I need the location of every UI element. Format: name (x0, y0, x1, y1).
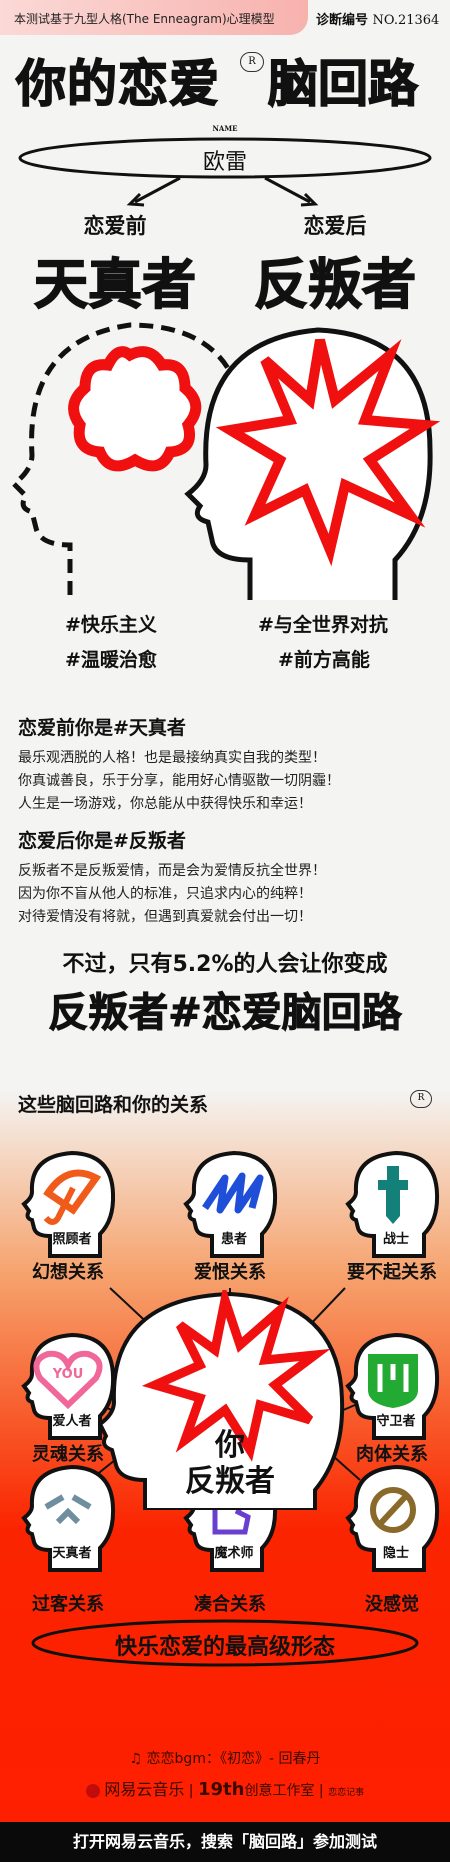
relation-label: 幻想关系 (32, 1262, 104, 1283)
head-type-label: 天真者 (52, 1546, 92, 1561)
svg-text:YOU: YOU (52, 1367, 84, 1382)
before-label: 恋爱前 (83, 214, 147, 238)
relation-label: 过客关系 (32, 1594, 104, 1615)
after-desc-heading: 恋爱后你是#反叛者 (18, 830, 186, 852)
name-label: NAME (212, 124, 238, 133)
source-banner: 本测试基于九型人格(The Enneagram)心理模型 (0, 0, 308, 35)
banner-text: 本测试基于九型人格(The Enneagram)心理模型 (14, 12, 275, 26)
after-tag: #前方高能 (278, 649, 370, 671)
relation-head-1: 患者 (180, 1148, 280, 1258)
relation-head-0: 照顾者 (18, 1148, 118, 1258)
relation-head-7: 隐士 (342, 1462, 442, 1572)
after-tag: #与全世界对抗 (258, 614, 388, 636)
relation-label: 爱恨关系 (194, 1262, 266, 1283)
netease-logo-icon (85, 1784, 100, 1798)
brain-logo-icon: R (410, 1090, 432, 1108)
relation-label: 没感觉 (365, 1594, 419, 1615)
before-desc-heading: 恋爱前你是#天真者 (18, 717, 186, 739)
center-label: 你反叛者 (185, 1428, 275, 1499)
relation-head-4: 守卫者 (342, 1330, 442, 1440)
head-type-label: 隐士 (382, 1546, 409, 1561)
before-desc-text: 最乐观洒脱的人格！也是最接纳真实自我的类型！ 你真诚善良，乐于分享，能用好心情驱散… (18, 750, 340, 812)
music-note-icon: ♫ (129, 1751, 147, 1767)
page-title: 你的恋爱 (15, 54, 220, 114)
bgm-credit: ♫ 恋恋bgm：《初恋》- 回春丹 (129, 1751, 321, 1767)
rarity-headline: 反叛者#恋爱脑回路 (48, 990, 403, 1037)
user-name: 欧雷 (202, 150, 247, 175)
head-type-label: 守卫者 (376, 1414, 416, 1429)
page-title-2: 脑回路 (267, 54, 419, 114)
shield-icon (368, 1354, 418, 1408)
diagnosis-number: 诊断编号 NO.21364 (316, 13, 440, 28)
head-type-label: 魔术师 (214, 1546, 254, 1561)
relation-label: 要不起关系 (347, 1262, 437, 1283)
after-label: 恋爱后 (303, 214, 367, 238)
brand-row: 网易云音乐 | 19th创意工作室 | 恋恋记事 (0, 1776, 450, 1800)
relation-head-2: 战士 (342, 1148, 442, 1258)
after-desc-text: 反叛者不是反叛爱情，而是会为爱情反抗全世界！ 因为你不盲从他人的标准，只追求内心的… (18, 863, 326, 925)
head-type-label: 照顾者 (52, 1232, 92, 1247)
rarity-line: 不过，只有5.2%的人会让你变成 (62, 952, 388, 977)
slogan: 快乐恋爱的最高级形态 (114, 1635, 335, 1660)
brain-logo-icon: R (240, 52, 264, 72)
cta-bar[interactable]: 打开网易云音乐，搜索「脑回路」参加测试 (0, 1822, 450, 1862)
before-tag: #快乐主义 (65, 614, 157, 636)
head-type-label: 患者 (220, 1232, 247, 1247)
relations-heading: 这些脑回路和你的关系 (18, 1094, 209, 1116)
two-heads-illustration (10, 322, 441, 600)
flower-icon (68, 346, 202, 472)
head-type-label: 战士 (382, 1232, 409, 1247)
brand-logo: 恋恋记事 (328, 1788, 365, 1798)
relation-label: 凑合关系 (194, 1594, 266, 1615)
before-tag: #温暖治愈 (65, 649, 157, 671)
